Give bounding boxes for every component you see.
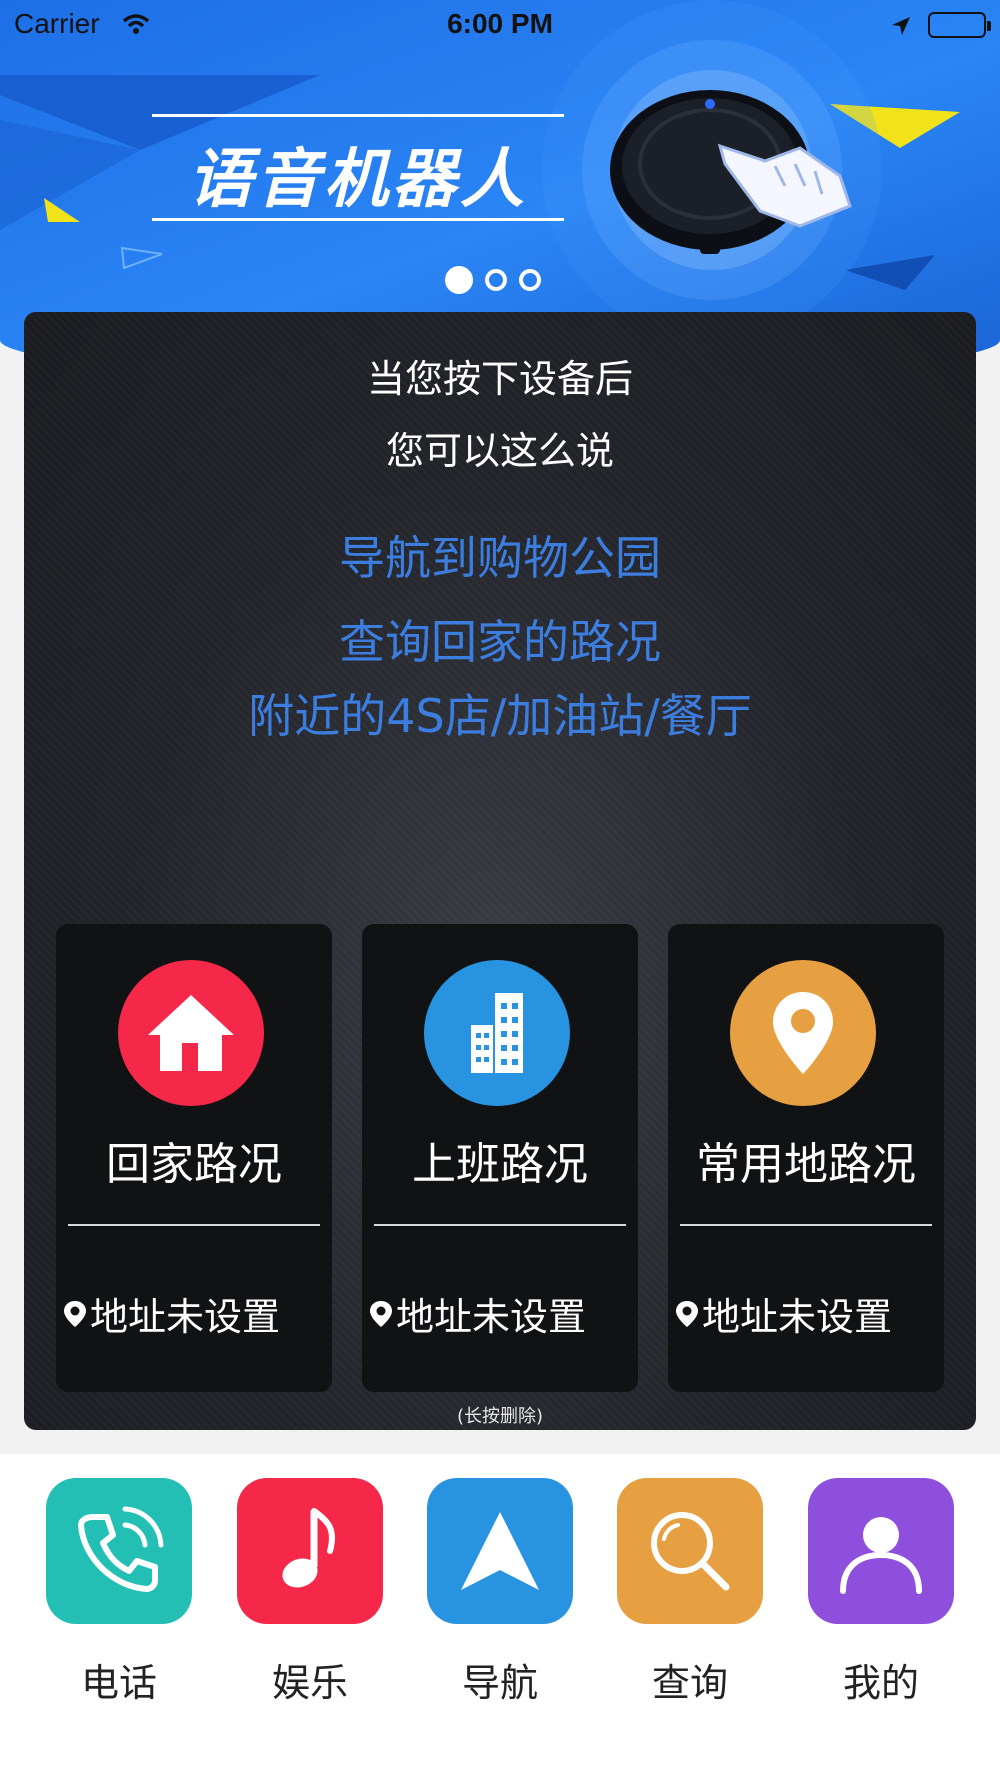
carousel-dot[interactable] <box>519 269 541 291</box>
example-command: 附近的4S店/加油站/餐厅 <box>248 689 752 743</box>
example-command: 查询回家的路况 <box>339 615 661 669</box>
work-traffic-tile[interactable]: 上班路况 地址未设置 <box>362 924 638 1392</box>
tile-address-text: 地址未设置 <box>396 1295 587 1339</box>
banner-divider <box>152 218 564 221</box>
tab-phone[interactable]: 电话 <box>46 1478 192 1707</box>
tile-address-text: 地址未设置 <box>702 1295 893 1339</box>
carousel-page-indicator[interactable] <box>445 266 541 294</box>
tile-divider <box>68 1224 320 1226</box>
tab-label: 查询 <box>651 1661 728 1705</box>
banner-divider <box>152 114 564 117</box>
user-icon[interactable] <box>808 1478 954 1624</box>
banner-title: 语音机器人 <box>188 143 528 217</box>
music-note-icon[interactable] <box>237 1478 383 1624</box>
long-press-delete-hint: (长按删除) <box>456 1406 544 1427</box>
tab-entertainment[interactable]: 娱乐 <box>237 1478 383 1707</box>
location-arrow-icon <box>890 12 912 44</box>
tile-address: 地址未设置 <box>674 1286 892 1341</box>
tile-label: 上班路况 <box>412 1139 588 1190</box>
prompt-line-1: 当您按下设备后 <box>366 357 633 401</box>
robot-device-illustration <box>610 90 852 254</box>
tab-navigation[interactable]: 导航 <box>427 1478 573 1707</box>
tab-label: 导航 <box>461 1661 538 1705</box>
tab-label: 我的 <box>842 1661 919 1705</box>
prompt-line-2: 您可以这么说 <box>385 429 614 473</box>
tile-label: 常用地路况 <box>696 1139 916 1190</box>
search-icon[interactable] <box>617 1478 763 1624</box>
status-bar: Carrier 6:00 PM <box>0 0 1000 50</box>
tab-profile[interactable]: 我的 <box>808 1478 954 1707</box>
location-pin-icon <box>370 1300 392 1327</box>
tab-search[interactable]: 查询 <box>617 1478 763 1707</box>
phone-icon[interactable] <box>46 1478 192 1624</box>
home-traffic-tile[interactable]: 回家路况 地址未设置 <box>56 924 332 1392</box>
tile-address: 地址未设置 <box>62 1286 280 1341</box>
carousel-dot[interactable] <box>445 266 473 294</box>
carousel-dot[interactable] <box>485 269 507 291</box>
bottom-tab-bar: 电话 娱乐 导航 查询 我的 <box>0 1454 1000 1778</box>
example-command: 导航到购物公园 <box>339 531 661 585</box>
home-icon <box>118 960 264 1106</box>
tile-label: 回家路况 <box>106 1139 282 1190</box>
building-icon <box>424 960 570 1106</box>
tab-label: 娱乐 <box>271 1661 348 1705</box>
tile-divider <box>374 1224 626 1226</box>
location-pin-icon <box>64 1300 86 1327</box>
location-pin-icon <box>730 960 876 1106</box>
tab-label: 电话 <box>80 1661 157 1705</box>
tile-address: 地址未设置 <box>368 1286 586 1341</box>
tile-divider <box>680 1224 932 1226</box>
frequent-place-traffic-tile[interactable]: 常用地路况 地址未设置 <box>668 924 944 1392</box>
tile-address-text: 地址未设置 <box>90 1295 281 1339</box>
banner-title-block: 语音机器人 <box>152 114 564 222</box>
navigation-arrow-icon[interactable] <box>427 1478 573 1624</box>
clock-label: 6:00 PM <box>447 8 553 39</box>
battery-icon <box>928 12 991 38</box>
voice-command-card: 当您按下设备后 您可以这么说 导航到购物公园 查询回家的路况 附近的4S店/加油… <box>24 312 976 1430</box>
location-pin-icon <box>676 1300 698 1327</box>
